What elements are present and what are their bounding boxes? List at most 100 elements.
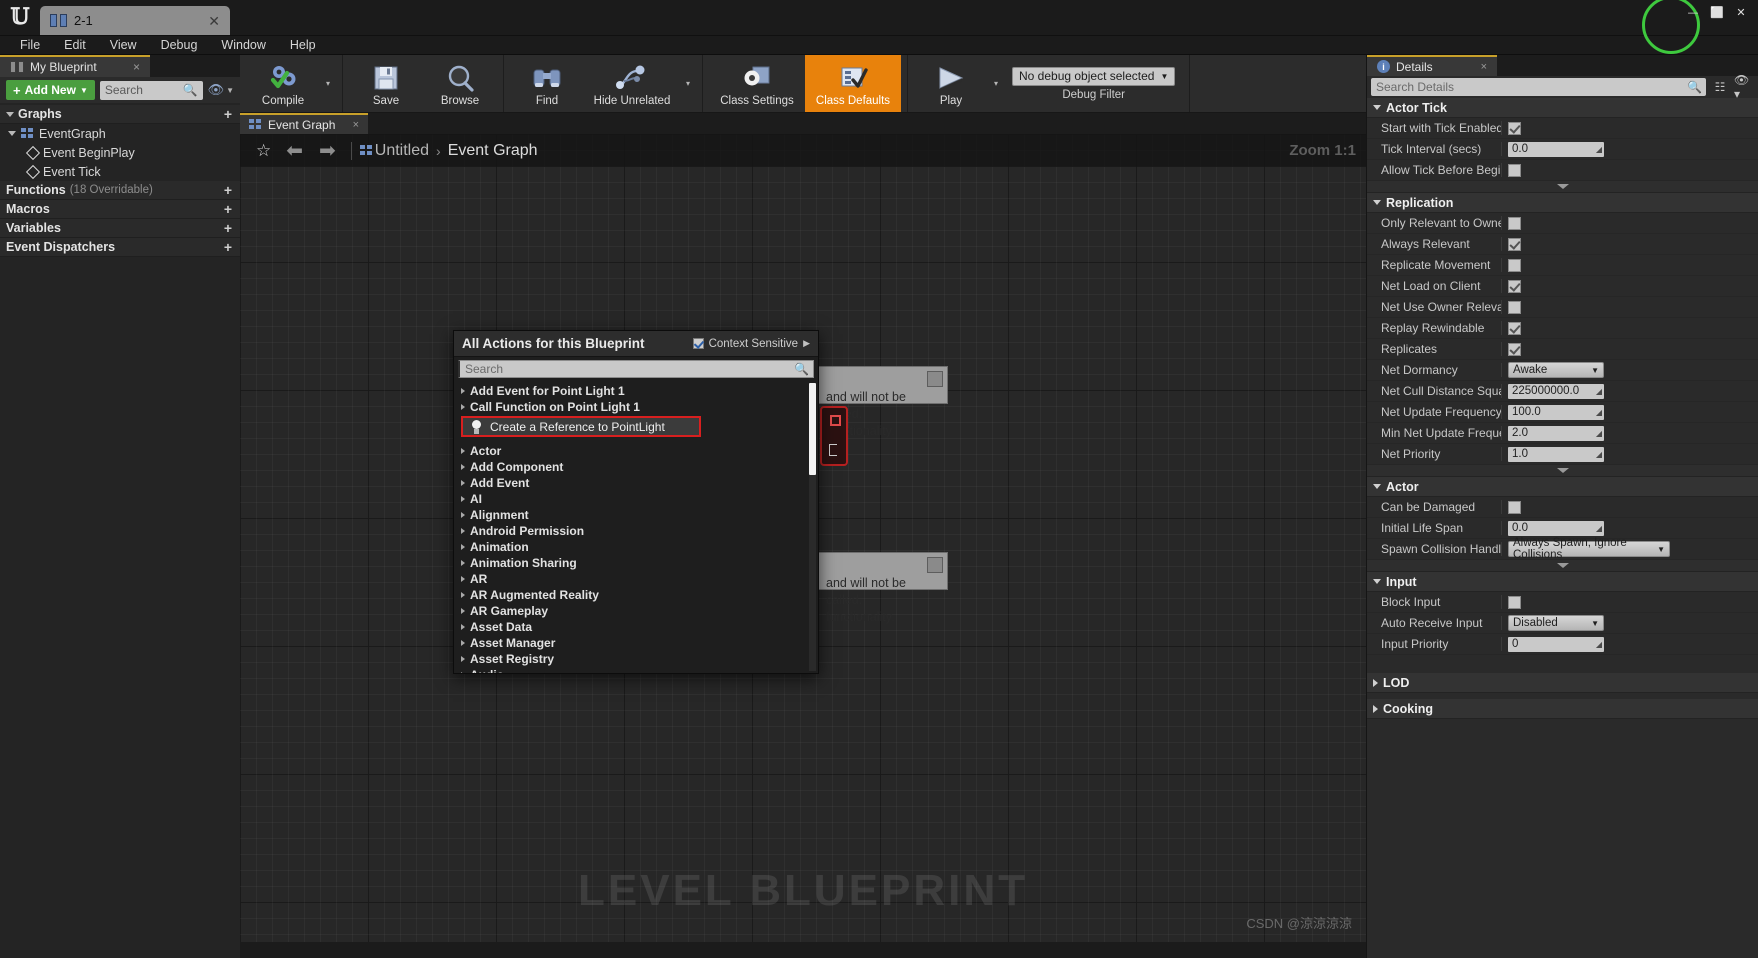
add-macro-button[interactable]: + bbox=[224, 201, 232, 217]
checkbox-always-relevant[interactable] bbox=[1508, 237, 1521, 251]
visibility-toggle-button[interactable]: 👁 ▼ bbox=[208, 82, 234, 98]
my-blueprint-search-input[interactable]: Search 🔍 bbox=[99, 80, 203, 100]
spinner-icon[interactable]: ◢ bbox=[1596, 640, 1602, 649]
section-header-cooking[interactable]: Cooking bbox=[1367, 699, 1758, 719]
list-item[interactable]: AR Augmented Reality bbox=[454, 587, 818, 603]
list-item[interactable]: AI bbox=[454, 491, 818, 507]
list-item[interactable]: Asset Manager bbox=[454, 635, 818, 651]
breadcrumb-root[interactable]: Untitled bbox=[375, 142, 429, 160]
select-auto-receive-input[interactable]: Disabled ▼ bbox=[1508, 615, 1604, 631]
input-tick-interval[interactable]: 0.0 ◢ bbox=[1508, 141, 1604, 157]
add-new-button[interactable]: + Add New ▼ bbox=[6, 80, 95, 100]
close-icon[interactable]: × bbox=[133, 60, 140, 74]
list-item[interactable]: Android Permission bbox=[454, 523, 818, 539]
menu-item-file[interactable]: File bbox=[8, 36, 52, 55]
section-header-input[interactable]: Input bbox=[1367, 572, 1758, 592]
error-node[interactable] bbox=[820, 406, 848, 466]
checkbox-only-relevant-to-owner[interactable] bbox=[1508, 216, 1521, 230]
add-event-dispatcher-button[interactable]: + bbox=[224, 239, 232, 255]
checkbox-replicates[interactable] bbox=[1508, 342, 1521, 356]
tree-section-variables[interactable]: Variables + bbox=[0, 219, 240, 238]
hide-unrelated-dropdown-icon[interactable]: ▾ bbox=[680, 55, 696, 112]
select-spawn-collision-handling[interactable]: Always Spawn, Ignore Collisions ▼ bbox=[1508, 537, 1670, 561]
list-item[interactable]: Add Event bbox=[454, 475, 818, 491]
checkbox-replay-rewindable[interactable] bbox=[1508, 321, 1521, 335]
close-icon[interactable]: ✕ bbox=[192, 14, 220, 28]
tab-details[interactable]: i Details × bbox=[1367, 55, 1497, 76]
list-item[interactable]: Asset Registry bbox=[454, 651, 818, 667]
compile-button[interactable]: Compile bbox=[246, 55, 320, 112]
debug-object-select[interactable]: No debug object selected ▼ bbox=[1012, 66, 1176, 86]
tree-item-event-tick[interactable]: Event Tick bbox=[0, 162, 240, 181]
input-net-priority[interactable]: 1.0 ◢ bbox=[1508, 446, 1604, 462]
menu-item-debug[interactable]: Debug bbox=[149, 36, 210, 55]
class-defaults-button[interactable]: Class Defaults bbox=[805, 55, 901, 112]
list-item[interactable]: Add Event for Point Light 1 bbox=[454, 383, 818, 399]
maximize-button[interactable]: ⬜ bbox=[1706, 4, 1728, 21]
input-initial-life-span[interactable]: 0.0 ◢ bbox=[1508, 520, 1604, 536]
chevron-right-icon[interactable]: ▶ bbox=[803, 338, 810, 349]
navigate-forward-icon[interactable]: ➡ bbox=[312, 138, 343, 163]
popup-action-list[interactable]: Add Event for Point Light 1 Call Functio… bbox=[454, 381, 818, 673]
comment-node-bottom[interactable]: and will not be called. functionality. bbox=[818, 552, 948, 624]
minimize-button[interactable]: — bbox=[1682, 4, 1704, 21]
checkbox-net-load-on-client[interactable] bbox=[1508, 279, 1521, 293]
context-sensitive-toggle[interactable]: Context Sensitive ▶ bbox=[692, 338, 810, 350]
menu-item-edit[interactable]: Edit bbox=[52, 36, 98, 55]
list-item[interactable]: Animation bbox=[454, 539, 818, 555]
input-net-cull-distance-squared[interactable]: 225000000.0 ◢ bbox=[1508, 383, 1604, 399]
tree-section-macros[interactable]: Macros + bbox=[0, 200, 240, 219]
tab-my-blueprint[interactable]: My Blueprint × bbox=[0, 55, 150, 77]
add-variable-button[interactable]: + bbox=[224, 220, 232, 236]
browse-button[interactable]: Browse bbox=[423, 55, 497, 112]
tree-section-graphs[interactable]: Graphs + bbox=[0, 105, 240, 124]
section-header-replication[interactable]: Replication bbox=[1367, 193, 1758, 213]
close-icon[interactable]: × bbox=[353, 119, 359, 131]
input-input-priority[interactable]: 0 ◢ bbox=[1508, 636, 1604, 652]
checkbox-icon[interactable] bbox=[692, 338, 704, 349]
tree-item-eventgraph[interactable]: EventGraph bbox=[0, 124, 240, 143]
bookmark-star-icon[interactable]: ☆ bbox=[250, 141, 277, 161]
spinner-icon[interactable]: ◢ bbox=[1596, 524, 1602, 533]
tab-event-graph[interactable]: Event Graph × bbox=[240, 113, 368, 134]
scrollbar-thumb[interactable] bbox=[809, 383, 816, 475]
add-function-button[interactable]: + bbox=[224, 182, 232, 198]
checkbox-can-be-damaged[interactable] bbox=[1508, 500, 1521, 514]
hide-unrelated-button[interactable]: Hide Unrelated bbox=[584, 55, 680, 112]
spinner-icon[interactable]: ◢ bbox=[1596, 429, 1602, 438]
input-min-net-update-frequency[interactable]: 2.0 ◢ bbox=[1508, 425, 1604, 441]
section-header-actor-tick[interactable]: Actor Tick bbox=[1367, 98, 1758, 118]
tree-item-event-beginplay[interactable]: Event BeginPlay bbox=[0, 143, 240, 162]
menu-item-help[interactable]: Help bbox=[278, 36, 328, 55]
list-item[interactable]: Asset Data bbox=[454, 619, 818, 635]
compile-dropdown-icon[interactable]: ▾ bbox=[320, 55, 336, 112]
checkbox-block-input[interactable] bbox=[1508, 595, 1521, 609]
checkbox-replicate-movement[interactable] bbox=[1508, 258, 1521, 272]
section-header-lod[interactable]: LOD bbox=[1367, 673, 1758, 693]
details-list-view-button[interactable]: ☷ bbox=[1710, 78, 1730, 96]
spinner-icon[interactable]: ◢ bbox=[1596, 450, 1602, 459]
spinner-icon[interactable]: ◢ bbox=[1596, 145, 1602, 154]
close-icon[interactable]: × bbox=[1481, 61, 1487, 73]
document-tab-2-1[interactable]: 2-1 ✕ bbox=[40, 6, 230, 35]
comment-node-top[interactable]: and will not be called. functionality. bbox=[818, 366, 948, 438]
play-dropdown-icon[interactable]: ▾ bbox=[988, 55, 1004, 112]
list-item[interactable]: Add Component bbox=[454, 459, 818, 475]
list-item[interactable]: Call Function on Point Light 1 bbox=[454, 399, 818, 415]
menu-item-window[interactable]: Window bbox=[209, 36, 277, 55]
list-item[interactable]: AR Gameplay bbox=[454, 603, 818, 619]
save-button[interactable]: Save bbox=[349, 55, 423, 112]
tree-section-functions[interactable]: Functions (18 Overridable) + bbox=[0, 181, 240, 200]
find-button[interactable]: Find bbox=[510, 55, 584, 112]
popup-search-input[interactable]: Search 🔍 bbox=[458, 360, 814, 378]
class-settings-button[interactable]: Class Settings bbox=[709, 55, 805, 112]
list-item-selected-create-reference[interactable]: Create a Reference to PointLight bbox=[461, 416, 701, 437]
list-item[interactable]: Audio bbox=[454, 667, 818, 673]
details-search-input[interactable]: Search Details 🔍 bbox=[1371, 78, 1706, 96]
section-header-actor[interactable]: Actor bbox=[1367, 477, 1758, 497]
select-net-dormancy[interactable]: Awake ▼ bbox=[1508, 362, 1604, 378]
spinner-icon[interactable]: ◢ bbox=[1596, 408, 1602, 417]
list-item[interactable]: AR bbox=[454, 571, 818, 587]
list-item[interactable]: Actor bbox=[454, 443, 818, 459]
tree-section-event-dispatchers[interactable]: Event Dispatchers + bbox=[0, 238, 240, 257]
